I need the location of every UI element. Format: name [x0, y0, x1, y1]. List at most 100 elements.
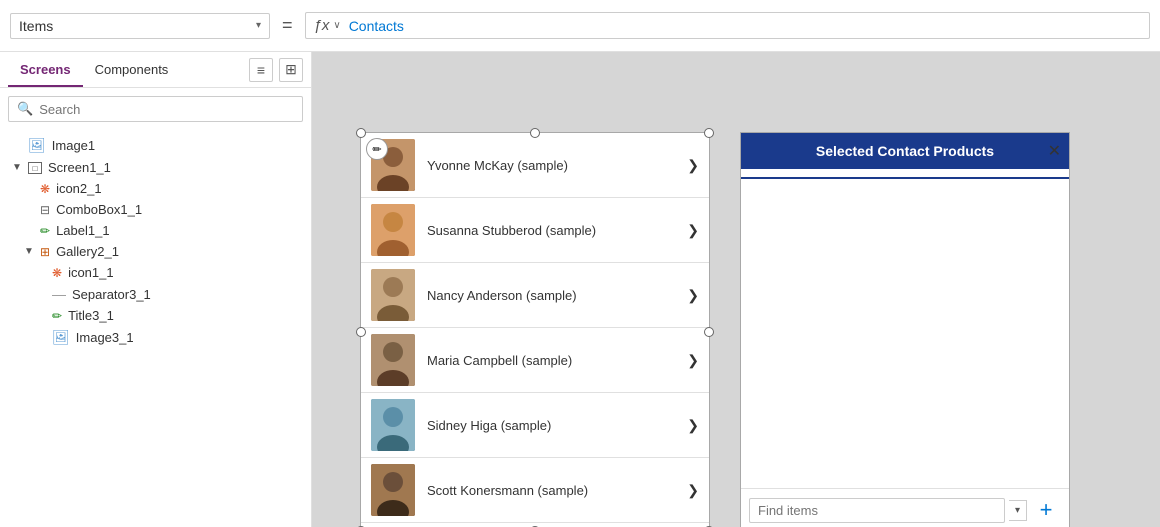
tree-item-separator3-1[interactable]: — Separator3_1 — [0, 283, 311, 305]
gallery-name-5: Scott Konersmann (sample) — [415, 483, 687, 498]
tree-label-image3-1: Image3_1 — [76, 330, 134, 345]
expand-gallery2-1-icon: ▼ — [24, 246, 36, 257]
handle-top-right[interactable] — [704, 128, 714, 138]
tree-label-icon2-1: icon2_1 — [56, 181, 102, 196]
items-dropdown-label: Items — [19, 18, 53, 34]
tab-screens[interactable]: Screens — [8, 52, 83, 87]
handle-top-left[interactable] — [356, 128, 366, 138]
gallery-item-3[interactable]: Maria Campbell (sample) ❯ — [361, 328, 709, 393]
main-layout: Screens Components ≡ ⊞ 🔍 🖼 Image1 ▼ — [0, 52, 1160, 527]
tree-item-icon1-1[interactable]: ❋ icon1_1 — [0, 262, 311, 283]
image-icon: 🖼 — [28, 137, 46, 154]
gallery-item-1[interactable]: Susanna Stubberod (sample) ❯ — [361, 198, 709, 263]
panel-tabs: Screens Components ≡ ⊞ — [0, 52, 311, 88]
tree-label-gallery2-1: Gallery2_1 — [56, 244, 119, 259]
icon1-1-icon: ❋ — [52, 266, 62, 280]
tree-item-label1-1[interactable]: ✏ Label1_1 — [0, 220, 311, 241]
tab-icons: ≡ ⊞ — [249, 58, 303, 82]
title-icon: ✏ — [52, 309, 62, 323]
gallery-name-0: Yvonne McKay (sample) — [415, 158, 687, 173]
label-icon: ✏ — [40, 224, 50, 238]
gallery-item-2[interactable]: Nancy Anderson (sample) ❯ — [361, 263, 709, 328]
tree-item-image3-1[interactable]: 🖼 Image3_1 — [0, 326, 311, 349]
grid-view-button[interactable]: ⊞ — [279, 58, 303, 82]
expand-placeholder6 — [36, 289, 48, 300]
formula-fx-icon: ƒx — [314, 17, 330, 34]
avatar-5 — [371, 464, 415, 516]
right-panel-header: Selected Contact Products — [741, 133, 1069, 169]
tree-list: 🖼 Image1 ▼ □ Screen1_1 ❋ icon2_1 ⊟ Combo… — [0, 130, 311, 527]
edit-icon-overlay[interactable]: ✏ — [366, 138, 388, 160]
right-panel-divider — [741, 177, 1069, 179]
tree-label-icon1-1: icon1_1 — [68, 265, 114, 280]
image3-icon: 🖼 — [52, 329, 70, 346]
avatar-1 — [371, 204, 415, 256]
handle-top-mid[interactable] — [530, 128, 540, 138]
right-panel-title: Selected Contact Products — [816, 143, 994, 159]
avatar-3 — [371, 334, 415, 386]
gallery-item-4[interactable]: Sidney Higa (sample) ❯ — [361, 393, 709, 458]
search-box: 🔍 — [8, 96, 303, 122]
gallery-chevron-5: ❯ — [687, 482, 699, 499]
expand-placeholder — [12, 140, 24, 151]
expand-screen1-1-icon: ▼ — [12, 162, 24, 173]
tree-label-image1: Image1 — [52, 138, 95, 153]
gallery-widget[interactable]: ✏ Yvonne McKay (sample) ❯ — [360, 132, 710, 527]
avatar-2 — [371, 269, 415, 321]
find-items-dropdown[interactable]: ▾ — [1009, 500, 1027, 521]
gallery-icon: ⊞ — [40, 245, 50, 259]
tab-components[interactable]: Components — [83, 52, 181, 87]
gallery-name-2: Nancy Anderson (sample) — [415, 288, 687, 303]
gallery-chevron-3: ❯ — [687, 352, 699, 369]
gallery-chevron-0: ❯ — [687, 157, 699, 174]
handle-mid-right[interactable] — [704, 327, 714, 337]
expand-placeholder3 — [24, 204, 36, 215]
top-bar: Items ▾ = ƒx ∨ Contacts — [0, 0, 1160, 52]
tree-item-combobox1-1[interactable]: ⊟ ComboBox1_1 — [0, 199, 311, 220]
expand-placeholder5 — [36, 267, 48, 278]
expand-placeholder7 — [36, 310, 48, 321]
gallery-name-4: Sidney Higa (sample) — [415, 418, 687, 433]
combobox-icon: ⊟ — [40, 203, 50, 217]
items-dropdown[interactable]: Items ▾ — [10, 13, 270, 39]
list-view-button[interactable]: ≡ — [249, 58, 273, 82]
screen-icon: □ — [28, 162, 42, 174]
find-items-input[interactable] — [749, 498, 1005, 523]
dropdown-arrow-icon: ▾ — [256, 20, 261, 31]
search-input[interactable] — [39, 102, 294, 117]
gallery-chevron-1: ❯ — [687, 222, 699, 239]
formula-value: Contacts — [349, 18, 404, 34]
gallery-name-1: Susanna Stubberod (sample) — [415, 223, 687, 238]
formula-bar: ƒx ∨ Contacts — [305, 12, 1150, 39]
gallery-item-5[interactable]: Scott Konersmann (sample) ❯ — [361, 458, 709, 523]
tree-label-title3-1: Title3_1 — [68, 308, 114, 323]
right-panel-close-button[interactable]: ✕ — [1048, 141, 1061, 161]
formula-chevron-icon: ∨ — [333, 20, 340, 31]
avatar-4 — [371, 399, 415, 451]
right-panel-content — [741, 187, 1069, 488]
icon2-1-icon: ❋ — [40, 182, 50, 196]
gallery-name-3: Maria Campbell (sample) — [415, 353, 687, 368]
tree-label-screen1-1: Screen1_1 — [48, 160, 111, 175]
right-panel: Selected Contact Products ✕ ▾ + — [740, 132, 1070, 527]
gallery-item-0[interactable]: Yvonne McKay (sample) ❯ — [361, 133, 709, 198]
tree-item-title3-1[interactable]: ✏ Title3_1 — [0, 305, 311, 326]
tree-item-screen1-1[interactable]: ▼ □ Screen1_1 — [0, 157, 311, 178]
gallery-chevron-2: ❯ — [687, 287, 699, 304]
tree-label-combobox1-1: ComboBox1_1 — [56, 202, 142, 217]
canvas-area: ✏ Yvonne McKay (sample) ❯ — [312, 52, 1160, 527]
expand-placeholder8 — [36, 332, 48, 343]
tree-item-icon2-1[interactable]: ❋ icon2_1 — [0, 178, 311, 199]
handle-mid-left[interactable] — [356, 327, 366, 337]
tree-label-label1-1: Label1_1 — [56, 223, 110, 238]
search-icon: 🔍 — [17, 101, 33, 117]
expand-placeholder2 — [24, 183, 36, 194]
separator-icon: — — [52, 286, 66, 302]
add-item-button[interactable]: + — [1031, 495, 1061, 525]
tree-item-image1[interactable]: 🖼 Image1 — [0, 134, 311, 157]
tree-label-separator3-1: Separator3_1 — [72, 287, 151, 302]
equals-sign: = — [282, 15, 293, 36]
expand-placeholder4 — [24, 225, 36, 236]
tree-item-gallery2-1[interactable]: ▼ ⊞ Gallery2_1 — [0, 241, 311, 262]
gallery-chevron-4: ❯ — [687, 417, 699, 434]
